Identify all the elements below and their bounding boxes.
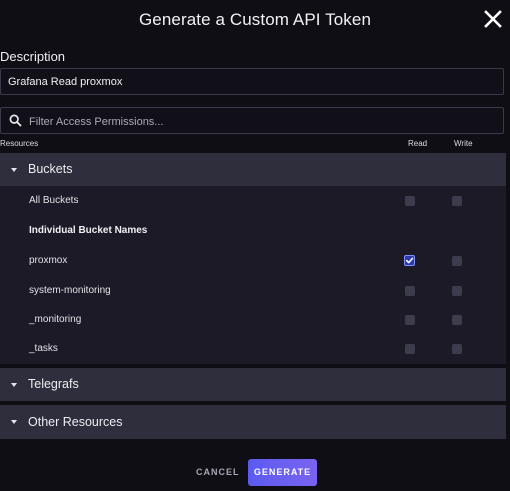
caret-down-icon <box>11 168 17 172</box>
row-label: system-monitoring <box>29 285 111 296</box>
group-header-other-resources[interactable]: Other Resources <box>0 405 506 439</box>
description-input[interactable]: Grafana Read proxmox <box>0 68 504 95</box>
permission-row-system-monitoring: system-monitoring <box>0 282 506 302</box>
write-checkbox[interactable] <box>452 315 462 325</box>
column-headers: Resources Read Write <box>0 139 506 151</box>
write-checkbox[interactable] <box>452 344 462 354</box>
individual-buckets-heading: Individual Bucket Names <box>0 222 506 242</box>
row-label: _monitoring <box>29 314 82 325</box>
checkmark-icon <box>405 257 414 264</box>
section-label: Individual Bucket Names <box>29 225 148 236</box>
group-label-buckets: Buckets <box>28 162 73 176</box>
description-label: Description <box>0 49 66 64</box>
group-label-other-resources: Other Resources <box>28 415 123 429</box>
close-icon[interactable] <box>482 8 504 30</box>
caret-down-icon <box>11 420 17 424</box>
group-header-telegrafs[interactable]: Telegrafs <box>0 368 506 401</box>
search-icon <box>9 114 22 127</box>
write-column-header: Write <box>454 139 473 148</box>
read-checkbox[interactable] <box>405 286 415 296</box>
row-label: proxmox <box>29 255 68 266</box>
read-column-header: Read <box>408 139 428 148</box>
read-checkbox[interactable] <box>405 344 415 354</box>
read-checkbox[interactable] <box>405 315 415 325</box>
api-token-dialog: Generate a Custom API Token Description … <box>0 0 510 491</box>
write-checkbox[interactable] <box>452 256 462 266</box>
permission-row-all-buckets: All Buckets <box>0 192 506 212</box>
permission-search-field[interactable] <box>0 107 504 135</box>
write-checkbox[interactable] <box>452 286 462 296</box>
read-checkbox[interactable] <box>404 255 415 266</box>
dialog-title: Generate a Custom API Token <box>138 10 372 29</box>
resources-column-header: Resources <box>0 139 39 148</box>
permission-row-proxmox: proxmox <box>0 252 506 272</box>
generate-button[interactable]: GENERATE <box>248 459 317 486</box>
permission-row-tasks: _tasks <box>0 340 506 360</box>
read-checkbox[interactable] <box>405 196 415 206</box>
buckets-panel: All Buckets Individual Bucket Names prox… <box>0 186 506 364</box>
write-checkbox[interactable] <box>452 196 462 206</box>
group-header-buckets[interactable]: Buckets <box>0 153 506 186</box>
permission-row-monitoring: _monitoring <box>0 311 506 331</box>
group-label-telegrafs: Telegrafs <box>28 377 79 391</box>
row-label: All Buckets <box>29 195 79 206</box>
cancel-button[interactable]: CANCEL <box>196 467 240 477</box>
row-label: _tasks <box>29 343 58 354</box>
search-input[interactable] <box>27 108 501 135</box>
caret-down-icon <box>11 383 17 387</box>
